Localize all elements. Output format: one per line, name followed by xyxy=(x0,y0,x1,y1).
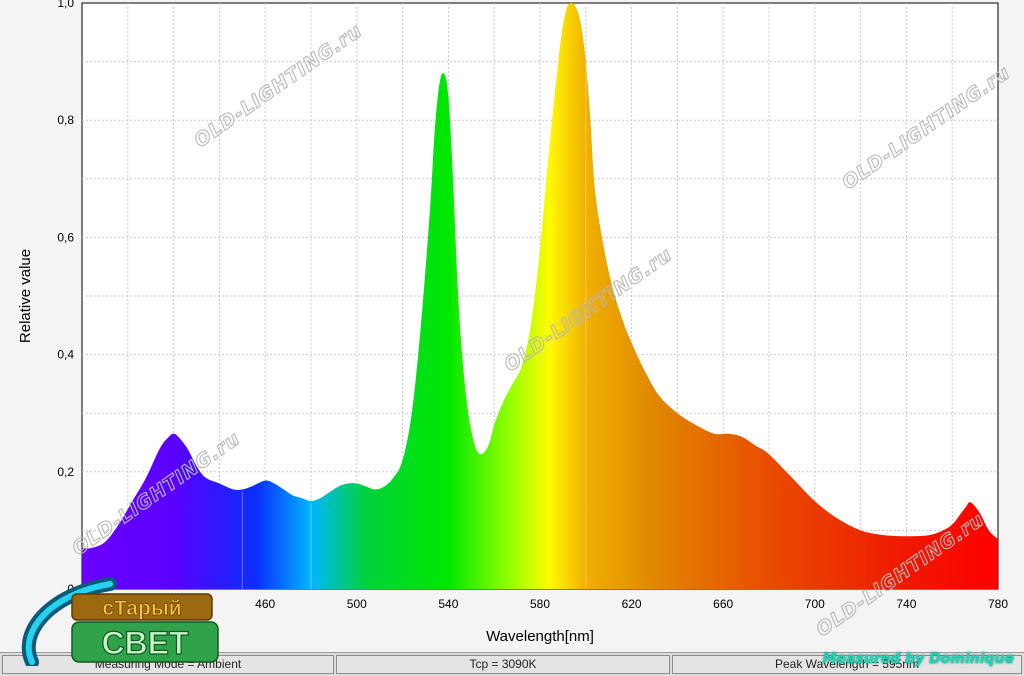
x-axis-title: Wavelength[nm] xyxy=(486,628,594,645)
x-tick-740: 740 xyxy=(896,597,916,611)
spectrum-chart: 420460500540580620660700740780 00,20,40,… xyxy=(0,0,1024,652)
x-tick-700: 700 xyxy=(805,597,825,611)
x-tick-660: 660 xyxy=(713,597,733,611)
y-tick-2: 0,4 xyxy=(57,348,74,362)
logo-top-text: сТарый xyxy=(102,597,181,620)
y-axis-title: Relative value xyxy=(17,249,34,343)
x-tick-780: 780 xyxy=(988,597,1008,611)
x-tick-500: 500 xyxy=(347,597,367,611)
y-tick-5: 1,0 xyxy=(57,0,74,10)
logo-bottom-text: СВЕТ xyxy=(101,625,189,661)
x-tick-620: 620 xyxy=(622,597,642,611)
y-tick-3: 0,6 xyxy=(57,230,74,244)
logo: сТарый СВЕТ xyxy=(21,577,219,666)
status-tcp: Tcp = 3090K xyxy=(336,655,670,674)
x-tick-540: 540 xyxy=(438,597,458,611)
y-tick-labels: 00,20,40,60,81,0 xyxy=(57,0,74,596)
y-tick-1: 0,2 xyxy=(57,465,74,479)
y-tick-4: 0,8 xyxy=(57,113,74,127)
x-tick-460: 460 xyxy=(255,597,275,611)
credit-text: Measured by Dominique xyxy=(822,651,1014,667)
x-tick-580: 580 xyxy=(530,597,550,611)
spectrum-chart-svg: 420460500540580620660700740780 00,20,40,… xyxy=(17,0,1015,645)
